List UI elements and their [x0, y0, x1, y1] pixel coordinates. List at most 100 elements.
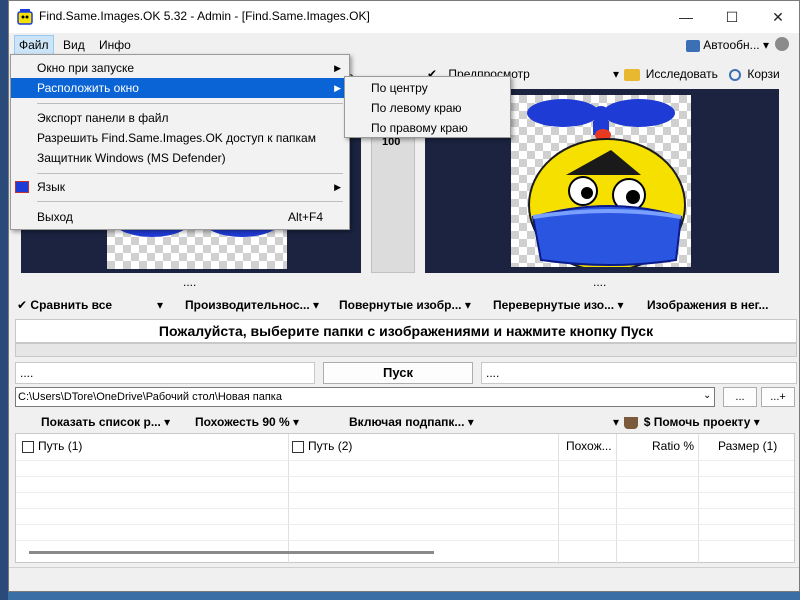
submenu-item-center[interactable]: По центру [345, 78, 510, 98]
right-image-preview [511, 95, 691, 272]
language-icon [15, 181, 29, 193]
menu-item-exit-label: Выход [37, 210, 73, 224]
folder-icon [624, 68, 641, 81]
select-all-path-2-checkbox[interactable] [292, 440, 304, 453]
status-message: Пожалуйста, выберите папки с изображения… [15, 319, 797, 343]
subfolders-option[interactable]: Включая подпапк... ▾ [349, 411, 474, 433]
title-bar[interactable]: Find.Same.Images.OK 5.32 - Admin - [Find… [9, 1, 799, 33]
menu-item-defender[interactable]: Защитник Windows (MS Defender) [11, 148, 349, 168]
coffee-icon [624, 416, 639, 429]
results-table[interactable]: Путь (1) Путь (2) Похож... Ratio % Разме… [15, 433, 795, 564]
start-row: .... Пуск .... [15, 362, 797, 384]
menu-view[interactable]: Вид [59, 35, 89, 55]
submenu-item-right-edge[interactable]: По правому краю [345, 118, 510, 138]
position-window-submenu: По центру По левому краю По правому краю [344, 76, 511, 138]
menu-info[interactable]: Инфо [95, 35, 135, 55]
menu-file[interactable]: Файл [14, 35, 54, 55]
menu-item-language-label: Язык [37, 180, 66, 194]
column-divider[interactable] [616, 434, 617, 564]
show-list-option[interactable]: Показать список р... ▾ [41, 411, 170, 433]
path-dropdown-arrow-icon[interactable]: ⌄ [703, 390, 711, 401]
recycle-button[interactable]: Корзи [729, 63, 780, 85]
menu-item-allow-access[interactable]: Разрешить Find.Same.Images.OK доступ к п… [11, 128, 349, 148]
similarity-arrow-icon: ▾ [293, 415, 300, 429]
column-divider[interactable] [558, 434, 559, 564]
submenu-arrow-icon: ▶ [334, 63, 341, 73]
menu-separator [37, 173, 343, 174]
flipped-images-option[interactable]: Перевернутые изо... ▾ [493, 293, 623, 317]
column-size-1[interactable]: Размер (1) [718, 434, 777, 458]
start-button[interactable]: Пуск [323, 362, 473, 384]
help-project-arrow-icon: ▾ [753, 415, 760, 429]
row-divider [16, 492, 794, 493]
options-dropdown-arrow-icon[interactable]: ▾ [157, 293, 163, 317]
column-divider[interactable] [288, 434, 289, 564]
rotated-dropdown-arrow-icon: ▾ [464, 298, 471, 312]
help-project-option[interactable]: ▾ $ Помочь проекту ▾ [613, 411, 760, 433]
rotated-images-option[interactable]: Повернутые изобр... ▾ [339, 293, 471, 317]
menu-item-export-panel[interactable]: Экспорт панели в файл [11, 108, 349, 128]
header-divider [16, 460, 794, 461]
menu-item-startup-window[interactable]: Окно при запуске ▶ [11, 58, 349, 78]
compare-all-label: Сравнить все [30, 298, 113, 312]
autoupdate-control[interactable]: Автообн... ▾ [685, 35, 769, 55]
submenu-item-left-edge[interactable]: По левому краю [345, 98, 510, 118]
window-title: Find.Same.Images.OK 5.32 - Admin - [Find… [39, 9, 370, 23]
flipped-images-label: Перевернутые изо... [493, 298, 615, 312]
column-path-1[interactable]: Путь (1) [22, 434, 82, 458]
column-similarity[interactable]: Похож... [566, 434, 612, 458]
maximize-button[interactable]: ☐ [709, 1, 755, 33]
help-project-label: $ Помочь проекту [643, 415, 751, 429]
close-button[interactable]: ✕ [755, 1, 800, 33]
recycle-icon [729, 68, 741, 81]
negative-images-label: Изображения в нег... [647, 298, 769, 312]
column-divider[interactable] [698, 434, 699, 564]
progress-bar [15, 343, 797, 357]
row-divider [16, 540, 794, 541]
left-panel-dots: .... [183, 275, 197, 289]
subfolders-arrow-icon: ▾ [467, 415, 474, 429]
performance-dropdown-arrow-icon: ▾ [313, 298, 320, 312]
subfolders-label: Включая подпапк... [349, 415, 465, 429]
similarity-option[interactable]: Похожесть 90 % ▾ [195, 411, 299, 433]
propeller-character-icon [527, 99, 686, 272]
similarity-option-label: Похожесть 90 % [195, 415, 290, 429]
settings-icon[interactable] [775, 37, 789, 51]
left-folder-dots[interactable]: .... [15, 362, 315, 384]
column-path-2[interactable]: Путь (2) [292, 434, 352, 458]
autoupdate-label: Автообн... [703, 38, 760, 52]
explore-button[interactable]: ▾ Исследовать [613, 63, 718, 85]
column-path-1-label: Путь (1) [38, 439, 83, 453]
row-divider [16, 476, 794, 477]
minimize-button[interactable]: — [663, 1, 709, 33]
right-panel-dots: .... [593, 275, 607, 289]
horizontal-scrollbar[interactable] [29, 551, 434, 554]
menu-separator [37, 201, 343, 202]
performance-option[interactable]: Производительнос... ▾ [185, 293, 319, 317]
submenu-arrow-icon: ▶ [334, 83, 341, 93]
folder-path-input[interactable]: C:\Users\DTore\OneDrive\Рабочий стол\Нов… [15, 387, 715, 407]
path-row: C:\Users\DTore\OneDrive\Рабочий стол\Нов… [15, 387, 797, 409]
browse-button[interactable]: ... [723, 387, 757, 407]
row-divider [16, 508, 794, 509]
negative-images-option[interactable]: Изображения в нег... [647, 293, 768, 317]
add-folder-button[interactable]: ...+ [761, 387, 795, 407]
recycle-label: Корзи [747, 67, 780, 81]
rotated-images-label: Повернутые изобр... [339, 298, 462, 312]
status-bar [9, 567, 799, 591]
file-menu-dropdown: Окно при запуске ▶ Расположить окно ▶ Эк… [10, 54, 350, 230]
compare-all-option[interactable]: ✔ Сравнить все [17, 293, 112, 317]
submenu-arrow-icon: ▶ [334, 182, 341, 192]
right-folder-dots[interactable]: .... [481, 362, 797, 384]
show-list-arrow-icon: ▾ [164, 415, 171, 429]
column-ratio[interactable]: Ratio % [652, 434, 694, 458]
menu-item-exit[interactable]: Выход Alt+F4 [11, 207, 349, 227]
menu-separator [37, 103, 343, 104]
menu-item-position-window[interactable]: Расположить окно ▶ [11, 78, 349, 98]
menu-item-language[interactable]: Язык ▶ [11, 177, 349, 197]
menu-item-startup-window-label: Окно при запуске [37, 61, 135, 75]
exit-shortcut: Alt+F4 [287, 210, 323, 224]
select-all-path-1-checkbox[interactable] [22, 440, 34, 453]
explore-label: Исследовать [645, 67, 718, 81]
menu-item-position-window-label: Расположить окно [37, 81, 139, 95]
